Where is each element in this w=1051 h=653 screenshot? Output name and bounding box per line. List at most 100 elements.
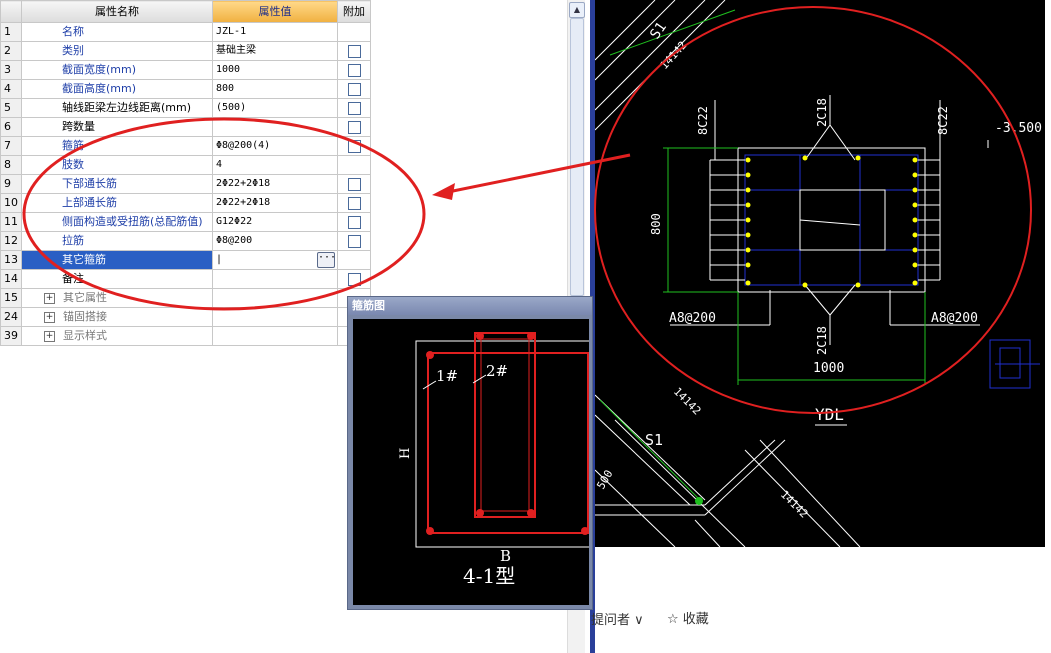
extra-checkbox[interactable]: [347, 139, 361, 153]
property-value: [212, 326, 338, 346]
table-row-group[interactable]: 39 + 显示样式: [0, 326, 371, 346]
stirrup-diagram: 1# 2# H B 4-1型: [398, 332, 589, 588]
property-name[interactable]: 类别: [21, 41, 213, 61]
property-value-editor[interactable]: | ···: [212, 250, 338, 270]
label-height: H: [398, 448, 413, 459]
property-value[interactable]: G12Φ22: [212, 212, 338, 232]
extra-cell: [337, 79, 371, 99]
row-number: 13: [0, 250, 22, 270]
ellipsis-button[interactable]: ···: [317, 252, 336, 268]
table-row-group[interactable]: 24 + 锚固搭接: [0, 307, 371, 327]
property-value[interactable]: (500): [212, 98, 338, 118]
property-name[interactable]: 其它箍筋: [21, 250, 213, 270]
label-dim-14142-bottom: 14142: [778, 488, 811, 521]
table-row-group[interactable]: 15 + 其它属性: [0, 288, 371, 308]
property-value[interactable]: Φ8@200: [212, 231, 338, 251]
property-value[interactable]: 800: [212, 79, 338, 99]
property-name[interactable]: 下部通长筋: [21, 174, 213, 194]
table-row[interactable]: 3 截面宽度(mm) 1000: [0, 60, 371, 80]
extra-checkbox[interactable]: [347, 63, 361, 77]
extra-checkbox[interactable]: [347, 215, 361, 229]
leader-1: [422, 380, 437, 390]
property-name[interactable]: 上部通长筋: [21, 193, 213, 213]
extra-checkbox[interactable]: [347, 177, 361, 191]
property-name[interactable]: 截面高度(mm): [21, 79, 213, 99]
favorite-button[interactable]: ☆ 收藏: [667, 608, 709, 627]
property-name[interactable]: 肢数: [21, 155, 213, 175]
header-name[interactable]: 属性名称: [21, 0, 213, 23]
property-value[interactable]: 1000: [212, 60, 338, 80]
table-row[interactable]: 5 轴线距梁左边线距离(mm) (500): [0, 98, 371, 118]
property-name[interactable]: 侧面构造或受扭筋(总配筋值): [21, 212, 213, 232]
group-name[interactable]: + 锚固搭接: [21, 307, 213, 327]
stirrup-2: [474, 332, 536, 518]
property-value[interactable]: 4: [212, 155, 338, 175]
extra-checkbox[interactable]: [347, 101, 361, 115]
property-name[interactable]: 名称: [21, 22, 213, 42]
label-s1-bottom: S1: [645, 431, 663, 449]
stirrup-dialog[interactable]: 箍筋图 1# 2# H B 4-1型: [347, 296, 593, 610]
table-row[interactable]: 2 类别 基础主梁: [0, 41, 371, 61]
table-row-selected[interactable]: 13 其它箍筋 | ···: [0, 250, 371, 270]
property-name[interactable]: 箍筋: [21, 136, 213, 156]
property-value[interactable]: [212, 117, 338, 137]
property-name[interactable]: 跨数量: [21, 117, 213, 137]
extra-checkbox[interactable]: [347, 234, 361, 248]
row-number: 10: [0, 193, 22, 213]
header-extra[interactable]: 附加: [337, 0, 371, 23]
row-number: 11: [0, 212, 22, 232]
label-top-bar: 2C18: [815, 98, 829, 127]
extra-checkbox[interactable]: [347, 82, 361, 96]
table-row[interactable]: 6 跨数量: [0, 117, 371, 137]
table-row[interactable]: 8 肢数 4: [0, 155, 371, 175]
table-row[interactable]: 14 备注: [0, 269, 371, 289]
table-row[interactable]: 12 拉筋 Φ8@200: [0, 231, 371, 251]
cad-drawing[interactable]: S1 14142 800 1000 2C18 2C18 8C22 8C22 A8…: [595, 0, 1045, 547]
extra-cell: [337, 22, 371, 42]
row-number: 4: [0, 79, 22, 99]
table-row[interactable]: 9 下部通长筋 2Φ22+2Φ18: [0, 174, 371, 194]
scroll-up-arrow-icon[interactable]: ▲: [569, 2, 585, 18]
stirrup-canvas: 1# 2# H B 4-1型: [353, 319, 589, 605]
table-row[interactable]: 1 名称 JZL-1: [0, 22, 371, 42]
table-row[interactable]: 10 上部通长筋 2Φ22+2Φ18: [0, 193, 371, 213]
property-value[interactable]: Φ8@200(4): [212, 136, 338, 156]
property-grid: 属性名称 属性值 附加 1 名称 JZL-1 2 类别 基础主梁 3 截面宽度(mm) 10…: [0, 0, 371, 346]
group-name[interactable]: + 其它属性: [21, 288, 213, 308]
property-name[interactable]: 备注: [21, 269, 213, 289]
edit-caret: |: [216, 254, 223, 265]
property-name[interactable]: 截面宽度(mm): [21, 60, 213, 80]
label-dim-14142-mid: 14142: [671, 385, 704, 418]
table-row[interactable]: 7 箍筋 Φ8@200(4): [0, 136, 371, 156]
property-value[interactable]: JZL-1: [212, 22, 338, 42]
table-row[interactable]: 11 侧面构造或受扭筋(总配筋值) G12Φ22: [0, 212, 371, 232]
label-stirrup-2: 2#: [486, 362, 508, 380]
property-name[interactable]: 轴线距梁左边线距离(mm): [21, 98, 213, 118]
extra-checkbox[interactable]: [347, 196, 361, 210]
header-value[interactable]: 属性值: [212, 0, 338, 23]
property-value[interactable]: 2Φ22+2Φ18: [212, 174, 338, 194]
extra-checkbox[interactable]: [347, 44, 361, 58]
extra-checkbox[interactable]: [347, 272, 361, 286]
expand-icon[interactable]: +: [44, 330, 55, 342]
extra-checkbox[interactable]: [347, 120, 361, 134]
property-value[interactable]: 2Φ22+2Φ18: [212, 193, 338, 213]
expand-icon[interactable]: +: [44, 292, 55, 304]
group-label: 显示样式: [63, 329, 107, 342]
table-row[interactable]: 4 截面高度(mm) 800: [0, 79, 371, 99]
dialog-title[interactable]: 箍筋图: [348, 297, 592, 315]
extra-cell: [337, 98, 371, 118]
group-name[interactable]: + 显示样式: [21, 326, 213, 346]
scroll-thumb[interactable]: [570, 18, 584, 296]
property-value[interactable]: 基础主梁: [212, 41, 338, 61]
extra-cell: [337, 117, 371, 137]
property-name[interactable]: 拉筋: [21, 231, 213, 251]
property-value: [212, 288, 338, 308]
asker-menu[interactable]: 提问者 ∨: [591, 609, 644, 628]
header-corner: [0, 0, 22, 23]
label-side-right: 8C22: [936, 106, 950, 135]
row-number: 2: [0, 41, 22, 61]
group-label: 锚固搭接: [63, 310, 107, 323]
property-value[interactable]: [212, 269, 338, 289]
expand-icon[interactable]: +: [44, 311, 55, 323]
